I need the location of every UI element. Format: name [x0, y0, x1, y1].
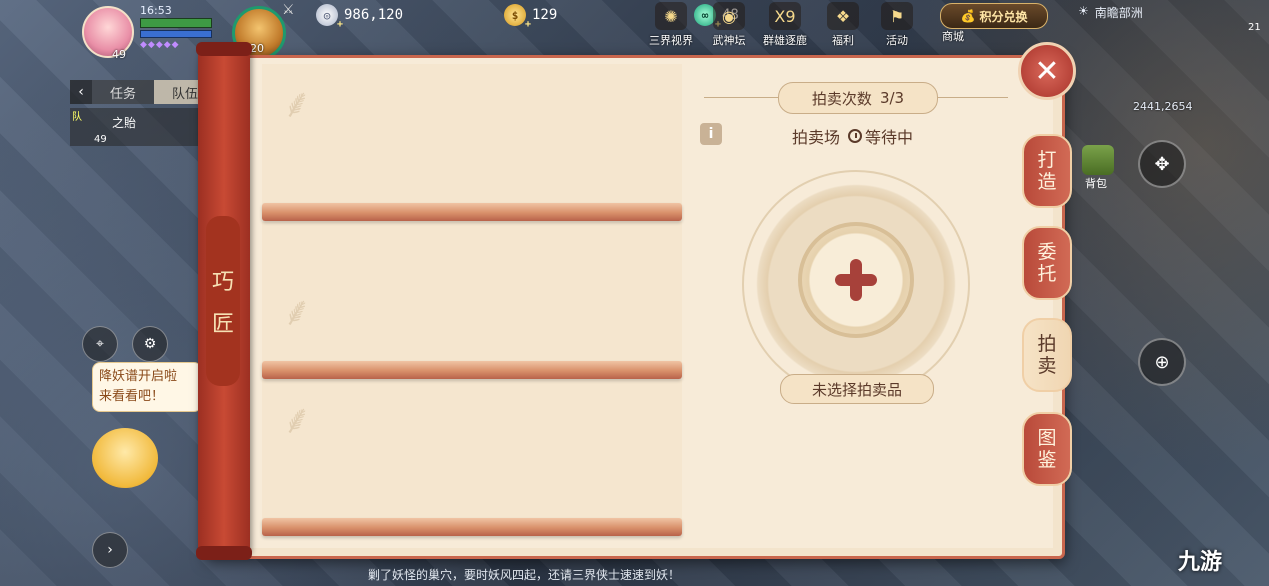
banner-title: 巧 匠: [206, 216, 240, 386]
craftsman-scroll-banner: 巧 匠: [196, 42, 252, 560]
location-pin-icon[interactable]: ⌖: [82, 326, 118, 362]
settings-wheel-icon[interactable]: ⚙: [132, 326, 168, 362]
tab-commission[interactable]: 委 托: [1022, 226, 1072, 300]
shelf-divider: [262, 518, 682, 536]
menu-three-realms[interactable]: ✺ 三界视界: [646, 2, 696, 48]
plus-icon: [835, 259, 877, 301]
silver-currency[interactable]: ◎ + 986,120: [316, 4, 404, 30]
gold-currency[interactable]: $ + 129: [504, 4, 558, 30]
bamboo-decoration-icon: ⸙: [282, 397, 312, 443]
x9-icon: X9: [769, 2, 801, 30]
target-crosshair-icon[interactable]: ⊕: [1138, 338, 1186, 386]
points-redeem-button[interactable]: 💰 积分兑换: [940, 3, 1048, 29]
minimap-number: 21: [1248, 22, 1261, 33]
money-bag-icon: 💰: [960, 9, 976, 23]
auction-status: 拍卖场 等待中: [792, 128, 914, 147]
mascot-face-icon[interactable]: [92, 428, 158, 488]
info-icon[interactable]: i: [700, 123, 722, 145]
system-time: 16:53: [140, 4, 172, 17]
skill-wheel-icon[interactable]: ✥: [1138, 140, 1186, 188]
pet-level: 20: [250, 42, 264, 55]
bamboo-decoration-icon: ⸙: [282, 81, 312, 127]
site-watermark: 九游: [1178, 550, 1223, 575]
buff-icons: ◆◆◆◆◆: [140, 40, 180, 50]
tab-tasks[interactable]: 任务: [92, 80, 154, 104]
gold-amount: 129: [532, 7, 558, 23]
list-slot-2[interactable]: ⸙: [262, 222, 682, 362]
collapse-arrow-icon[interactable]: ‹: [70, 80, 92, 104]
list-slot-1[interactable]: ⸙: [262, 64, 682, 204]
mp-bar: [140, 30, 212, 38]
unselected-item-label: 未选择拍卖品: [780, 374, 934, 404]
tab-auction[interactable]: 拍 卖: [1022, 318, 1072, 392]
menu-war-altar[interactable]: ◉ 武神坛: [704, 2, 754, 48]
globe-icon: ✺: [655, 2, 687, 30]
divider-left: [704, 97, 778, 98]
menu-events[interactable]: ⚑ 活动: [872, 2, 922, 48]
expand-chevron-icon[interactable]: ›: [92, 532, 128, 568]
gift-icon: ❖: [827, 2, 859, 30]
divider-right: [936, 97, 1008, 98]
map-coordinates: 2441,2654: [1133, 100, 1193, 113]
bamboo-decoration-icon: ⸙: [282, 289, 312, 335]
player-level: 49: [112, 48, 126, 61]
bag-label: 背包: [1085, 177, 1107, 190]
shelf-divider: [262, 361, 682, 379]
list-slot-3[interactable]: ⸙: [262, 380, 682, 520]
shelf-divider: [262, 203, 682, 221]
menu-heroes-compete[interactable]: X9 群雄逐鹿: [760, 2, 810, 48]
gold-coin-icon: $ +: [504, 4, 531, 30]
altar-icon: ◉: [713, 2, 745, 30]
silver-amount: 986,120: [344, 7, 404, 23]
top-hud: 49 16:53 ◆◆◆◆◆ 20 ⚔ ◎ + 986,120 $ + 129 ∞ +…: [0, 0, 1269, 61]
task-tabs: ‹ 任务 队伍: [70, 80, 216, 104]
mascot-speech-bubble[interactable]: 降妖谱开启啦 来看看吧！: [92, 362, 202, 412]
bag-icon[interactable]: [1082, 145, 1114, 175]
tab-forge[interactable]: 打 造: [1022, 134, 1072, 208]
silver-coin-icon: ◎ +: [316, 4, 343, 30]
auction-count: 拍卖次数 3/3: [778, 82, 938, 114]
team-member-row[interactable]: [70, 108, 210, 146]
auction-item-slot: [742, 170, 970, 398]
team-member-name: 之貽: [112, 116, 137, 130]
close-icon: ✕: [1034, 53, 1060, 89]
clock-icon: [848, 129, 863, 143]
region-indicator: ☀ 南瞻部洲: [1078, 4, 1143, 20]
sun-icon: ☀: [1078, 4, 1089, 18]
team-badge: 队: [72, 112, 82, 123]
team-member-level: 49: [94, 134, 107, 145]
add-item-button[interactable]: [798, 222, 914, 338]
menu-welfare[interactable]: ❖ 福利: [818, 2, 868, 48]
player-avatar[interactable]: [82, 6, 134, 58]
close-button[interactable]: ✕: [1018, 42, 1076, 100]
flag-icon: ⚑: [881, 2, 913, 30]
tab-catalog[interactable]: 图 鉴: [1022, 412, 1072, 486]
hp-bar: [140, 18, 212, 28]
crossed-swords-icon[interactable]: ⚔: [282, 2, 295, 18]
system-chat-message: 剿了妖怪的巢穴，要时妖风四起，还请三界侠士速速到妖！: [368, 568, 681, 582]
